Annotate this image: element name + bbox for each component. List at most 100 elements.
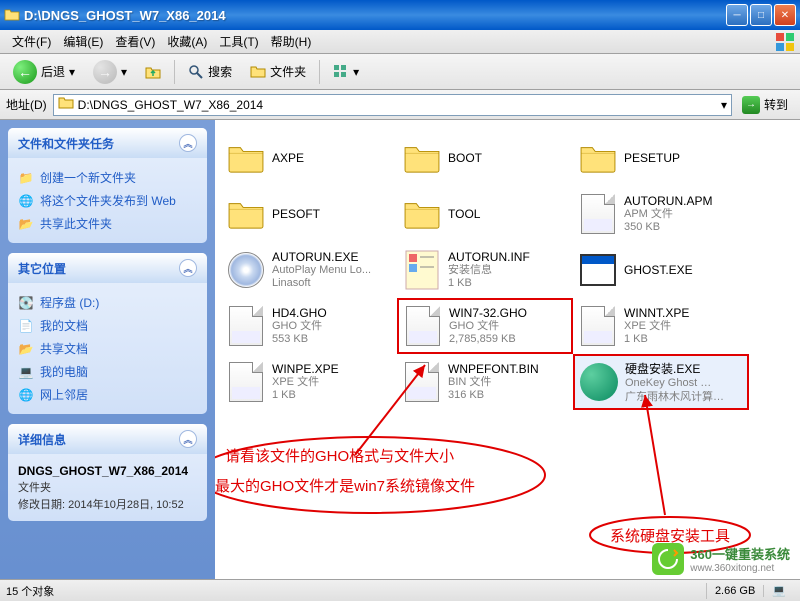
file-item[interactable]: WINNT.XPEXPE 文件1 KB	[573, 298, 749, 354]
file-icon	[578, 194, 618, 234]
file-icon	[403, 306, 443, 346]
file-item[interactable]: WNPEFONT.BINBIN 文件316 KB	[397, 354, 573, 410]
toolbar: ← 后退 ▾ → ▾ 搜索 文件夹 ▾	[0, 54, 800, 90]
chevron-down-icon: ▾	[69, 65, 75, 79]
titlebar: D:\DNGS_GHOST_W7_X86_2014 ─ □ ✕	[0, 0, 800, 30]
computer-icon: 💻	[18, 364, 34, 380]
file-icon	[402, 194, 442, 234]
folder-up-icon	[145, 64, 161, 80]
menu-edit[interactable]: 编辑(E)	[57, 31, 109, 52]
place-drive-d[interactable]: 💽程序盘 (D:)	[18, 291, 197, 314]
file-info: WNPEFONT.BINBIN 文件316 KB	[448, 362, 568, 402]
menu-file[interactable]: 文件(F)	[6, 31, 57, 52]
views-button[interactable]: ▾	[326, 59, 366, 85]
file-item[interactable]: PESETUP	[573, 130, 749, 186]
sidebar: 文件和文件夹任务 ︽ 📁创建一个新文件夹 🌐将这个文件夹发布到 Web 📂共享此…	[0, 120, 215, 579]
detail-modified-value: 2014年10月28日, 10:52	[68, 499, 184, 511]
watermark: 360一键重装系统 www.360xitong.net	[652, 543, 790, 575]
detail-modified-label: 修改日期:	[18, 499, 65, 511]
windows-logo-icon	[776, 33, 794, 51]
file-icon	[402, 250, 442, 290]
file-info: AUTORUN.APMAPM 文件350 KB	[624, 194, 744, 234]
goto-button[interactable]: → 转到	[736, 94, 794, 116]
file-info: AUTORUN.EXEAutoPlay Menu Lo...Linasoft	[272, 250, 392, 290]
drive-icon: 💽	[18, 295, 34, 311]
watermark-icon	[652, 543, 684, 575]
file-info: TOOL	[448, 207, 568, 221]
task-publish-web[interactable]: 🌐将这个文件夹发布到 Web	[18, 189, 197, 212]
file-item[interactable]: AUTORUN.APMAPM 文件350 KB	[573, 186, 749, 242]
place-my-computer[interactable]: 💻我的电脑	[18, 360, 197, 383]
task-create-folder[interactable]: 📁创建一个新文件夹	[18, 166, 197, 189]
panel-header-places[interactable]: 其它位置 ︽	[8, 253, 207, 283]
menu-tools[interactable]: 工具(T)	[213, 31, 264, 52]
task-share-folder[interactable]: 📂共享此文件夹	[18, 212, 197, 235]
file-icon	[226, 194, 266, 234]
chevron-down-icon[interactable]: ▾	[721, 98, 727, 112]
file-icon	[578, 250, 618, 290]
goto-label: 转到	[764, 96, 788, 113]
statusbar: 15 个对象 2.66 GB 💻	[0, 579, 800, 601]
file-pane[interactable]: AXPE BOOTPESETUP PESOFT TOOL AUTORUN.APMAPM …	[215, 120, 800, 579]
maximize-button[interactable]: □	[750, 4, 772, 26]
place-network[interactable]: 🌐网上邻居	[18, 383, 197, 406]
addressbar: 地址(D) D:\DNGS_GHOST_W7_X86_2014 ▾ → 转到	[0, 90, 800, 120]
folders-button[interactable]: 文件夹	[243, 58, 313, 85]
file-icon	[226, 250, 266, 290]
folders-label: 文件夹	[270, 63, 306, 80]
panel-other-places: 其它位置 ︽ 💽程序盘 (D:) 📄我的文档 📂共享文档 💻我的电脑 🌐网上邻居	[8, 253, 207, 414]
file-info: PESOFT	[272, 207, 392, 221]
address-label: 地址(D)	[6, 96, 47, 113]
close-button[interactable]: ✕	[774, 4, 796, 26]
search-button[interactable]: 搜索	[181, 58, 239, 85]
file-item[interactable]: GHOST.EXE	[573, 242, 749, 298]
place-my-documents[interactable]: 📄我的文档	[18, 314, 197, 337]
file-item[interactable]: TOOL	[397, 186, 573, 242]
folder-window-icon	[4, 7, 20, 23]
place-shared-documents[interactable]: 📂共享文档	[18, 337, 197, 360]
search-label: 搜索	[208, 63, 232, 80]
file-icon	[226, 306, 266, 346]
menu-view[interactable]: 查看(V)	[109, 31, 161, 52]
chevron-down-icon: ▾	[121, 65, 127, 79]
address-path: D:\DNGS_GHOST_W7_X86_2014	[78, 98, 263, 112]
file-item[interactable]: BOOT	[397, 130, 573, 186]
minimize-button[interactable]: ─	[726, 4, 748, 26]
address-input[interactable]: D:\DNGS_GHOST_W7_X86_2014 ▾	[53, 94, 732, 116]
panel-file-tasks: 文件和文件夹任务 ︽ 📁创建一个新文件夹 🌐将这个文件夹发布到 Web 📂共享此…	[8, 128, 207, 243]
file-info: 硬盘安装.EXEOneKey Ghost …广东雨林木风计算…	[625, 360, 743, 403]
chevron-up-icon: ︽	[179, 259, 197, 277]
file-info: WINPE.XPEXPE 文件1 KB	[272, 362, 392, 402]
window-title: D:\DNGS_GHOST_W7_X86_2014	[24, 8, 726, 23]
panel-details: 详细信息 ︽ DNGS_GHOST_W7_X86_2014 文件夹 修改日期: …	[8, 424, 207, 521]
search-icon	[188, 64, 204, 80]
file-item[interactable]: HD4.GHOGHO 文件553 KB	[221, 298, 397, 354]
file-info: HD4.GHOGHO 文件553 KB	[272, 306, 392, 346]
back-button[interactable]: ← 后退 ▾	[6, 55, 82, 89]
menubar: 文件(F) 编辑(E) 查看(V) 收藏(A) 工具(T) 帮助(H)	[0, 30, 800, 54]
views-icon	[333, 64, 349, 80]
folder-icon	[58, 95, 74, 114]
folders-icon	[250, 64, 266, 80]
new-folder-icon: 📁	[18, 170, 34, 186]
panel-title: 详细信息	[18, 431, 66, 448]
file-item[interactable]: AUTORUN.INF安装信息1 KB	[397, 242, 573, 298]
forward-button[interactable]: → ▾	[86, 55, 134, 89]
file-item[interactable]: WINPE.XPEXPE 文件1 KB	[221, 354, 397, 410]
file-item[interactable]: AXPE	[221, 130, 397, 186]
file-info: AXPE	[272, 151, 392, 165]
menu-help[interactable]: 帮助(H)	[265, 31, 318, 52]
file-icon	[402, 138, 442, 178]
panel-title: 文件和文件夹任务	[18, 135, 114, 152]
menu-favorites[interactable]: 收藏(A)	[161, 31, 213, 52]
panel-header-details[interactable]: 详细信息 ︽	[8, 424, 207, 454]
file-item[interactable]: PESOFT	[221, 186, 397, 242]
watermark-title: 360一键重装系统	[690, 547, 790, 562]
file-info: GHOST.EXE	[624, 263, 744, 277]
file-item[interactable]: WIN7-32.GHOGHO 文件2,785,859 KB	[397, 298, 573, 354]
file-info: AUTORUN.INF安装信息1 KB	[448, 250, 568, 290]
file-item[interactable]: AUTORUN.EXEAutoPlay Menu Lo...Linasoft	[221, 242, 397, 298]
up-button[interactable]	[138, 59, 168, 85]
panel-header-tasks[interactable]: 文件和文件夹任务 ︽	[8, 128, 207, 158]
file-item[interactable]: 硬盘安装.EXEOneKey Ghost …广东雨林木风计算…	[573, 354, 749, 410]
